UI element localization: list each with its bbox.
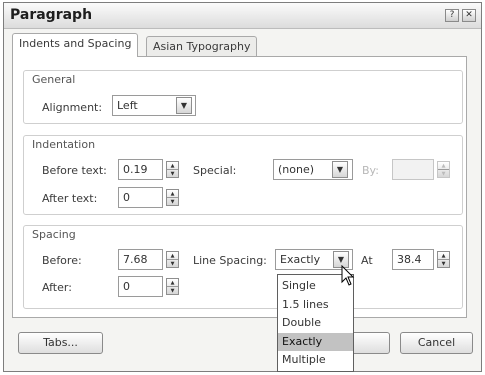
special-value: (none) [278,163,315,176]
spin-down-icon[interactable]: ▼ [167,260,178,268]
special-dropdown-icon[interactable]: ▼ [332,161,348,178]
spin-up-icon[interactable]: ▲ [167,252,178,260]
close-icon[interactable]: ✕ [462,9,476,22]
line-spacing-option[interactable]: Double [278,314,353,333]
tabs-button[interactable]: Tabs... [18,332,103,354]
mouse-pointer-icon [341,265,355,286]
spin-up-icon[interactable]: ▲ [438,162,449,170]
after-label: After: [42,281,72,294]
tab-indents-and-spacing[interactable]: Indents and Spacing [12,33,139,57]
line-spacing-dropdown-list: Single 1.5 lines Double Exactly Multiple [277,274,354,372]
line-spacing-label: Line Spacing: [193,254,267,267]
dialog-title: Paragraph [10,7,93,23]
indentation-group-title: Indentation [32,138,96,151]
spin-up-icon[interactable]: ▲ [167,190,178,198]
at-spinner[interactable]: ▲ ▼ [437,251,450,268]
before-text-input[interactable]: 0.19 [118,159,163,180]
before-text-spinner[interactable]: ▲ ▼ [166,161,179,178]
alignment-dropdown-icon[interactable]: ▼ [176,97,192,114]
before-input[interactable]: 7.68 [118,249,163,270]
spin-down-icon[interactable]: ▼ [438,170,449,178]
spin-down-icon[interactable]: ▼ [438,260,449,268]
after-text-label: After text: [42,192,98,205]
after-spinner[interactable]: ▲ ▼ [166,278,179,295]
special-label: Special: [193,164,237,177]
at-input[interactable]: 38.4 [392,249,434,270]
before-spinner[interactable]: ▲ ▼ [166,251,179,268]
help-icon[interactable]: ? [445,9,459,22]
spin-down-icon[interactable]: ▼ [167,198,178,206]
at-label: At [361,254,373,267]
by-label: By: [362,164,379,177]
before-label: Before: [42,254,82,267]
spin-down-icon[interactable]: ▼ [167,287,178,295]
by-spinner[interactable]: ▲ ▼ [437,161,450,178]
after-text-input[interactable]: 0 [118,187,163,208]
after-text-spinner[interactable]: ▲ ▼ [166,189,179,206]
spin-down-icon[interactable]: ▼ [167,170,178,178]
before-text-label: Before text: [42,164,107,177]
tab-asian-typography[interactable]: Asian Typography [146,36,258,58]
alignment-value: Left [117,99,138,112]
title-bar: Paragraph ? ✕ [4,3,481,29]
general-group-title: General [32,73,76,86]
spacing-group-title: Spacing [32,228,76,241]
line-spacing-option-selected[interactable]: Exactly [278,332,353,351]
line-spacing-option[interactable]: 1.5 lines [278,296,353,315]
spin-up-icon[interactable]: ▲ [167,279,178,287]
alignment-label: Alignment: [42,101,103,114]
ok-button[interactable] [350,332,390,354]
by-input[interactable] [392,159,434,180]
line-spacing-option[interactable]: Multiple [278,351,353,370]
after-input[interactable]: 0 [118,276,163,297]
line-spacing-value: Exactly [280,253,321,266]
spin-up-icon[interactable]: ▲ [438,252,449,260]
spin-up-icon[interactable]: ▲ [167,162,178,170]
general-group: General [23,70,463,124]
cancel-button[interactable]: Cancel [400,332,473,354]
